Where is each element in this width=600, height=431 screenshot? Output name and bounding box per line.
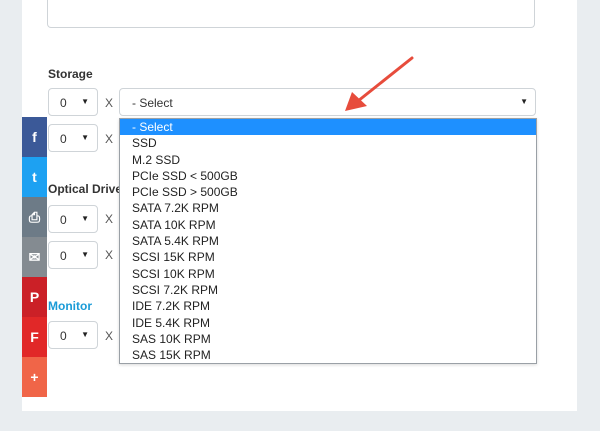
annotation-arrow-icon [345,56,414,111]
